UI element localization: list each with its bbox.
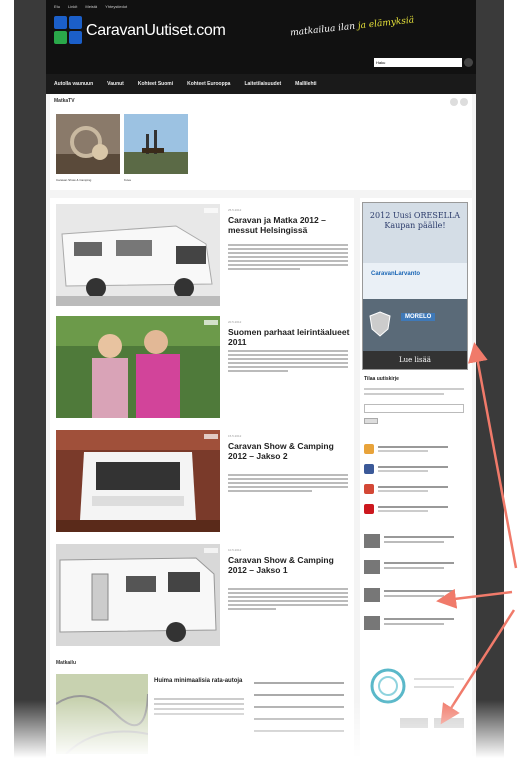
next-arrow-icon[interactable] (460, 98, 468, 106)
article-date: 10.5.2012 (228, 548, 242, 552)
article-title[interactable]: Caravan Show & Camping 2012 – Jakso 2 (228, 441, 350, 462)
article-excerpt (228, 474, 348, 494)
article-date: 20.5.2012 (228, 320, 242, 324)
top-link[interactable]: Yhteystiedot (105, 4, 127, 9)
ad-logo-area: MORELO (363, 299, 467, 351)
search-icon[interactable] (464, 58, 473, 67)
top-link[interactable]: Linkit (68, 4, 77, 9)
newsletter-email-field[interactable] (364, 404, 464, 413)
webpage: Etu Linkit Meistä Yhteystiedot CaravanUu… (46, 0, 476, 758)
article-item: 10.5.2012 Caravan Show & Camping 2012 – … (56, 544, 348, 650)
article-item: 25.5.2012 Caravan ja Matka 2012 –messut … (56, 204, 348, 310)
top-link[interactable]: Etu (54, 4, 60, 9)
facebook-icon (364, 464, 374, 474)
newsletter-text (364, 388, 464, 398)
ad-headline-area: 2012 Uusi ORESELLA Kaupan päälle! (363, 203, 467, 263)
tv-caption[interactable]: Caravan Show & Camping (56, 178, 91, 182)
sidebar-news-item[interactable] (364, 560, 468, 578)
google-plus-icon (364, 484, 374, 494)
tv-nav (450, 98, 468, 106)
top-link[interactable]: Meistä (85, 4, 97, 9)
sidebar-ad[interactable]: 2012 Uusi ORESELLA Kaupan päälle! Carava… (362, 202, 468, 370)
nav-item[interactable]: Mallilehti (295, 81, 316, 87)
article-image[interactable] (56, 544, 220, 646)
search-input[interactable] (374, 58, 462, 67)
newsletter-icon (364, 444, 374, 454)
bottom-fade (0, 700, 518, 758)
article-title[interactable]: Suomen parhaat leirintäalueet 2011 (228, 327, 350, 348)
tv-caption[interactable]: Kuva (124, 178, 131, 182)
main-nav: Autolla vaunuun Vaunut Kohteet Suomi Koh… (46, 74, 476, 94)
article-date: 15.5.2012 (228, 434, 242, 438)
ad-read-more-button[interactable]: Lue lisää (363, 351, 467, 369)
article-title[interactable]: Caravan ja Matka 2012 –messut Helsingiss… (228, 215, 350, 236)
newsletter-title: Tilaa uutiskirje (364, 376, 399, 382)
news-label: Matkailu (56, 660, 77, 666)
ad-brand: CaravanLarvanto (371, 271, 421, 277)
article-image[interactable] (56, 316, 220, 418)
article-item: 20.5.2012 Suomen parhaat leirintäalueet … (56, 316, 350, 422)
article-title[interactable]: Caravan Show & Camping 2012 – Jakso 1 (228, 555, 350, 576)
main-content: 25.5.2012 Caravan ja Matka 2012 –messut … (50, 198, 354, 758)
sidebar-news-item[interactable] (364, 588, 468, 606)
newsletter-submit-button[interactable] (364, 418, 378, 424)
article-excerpt (228, 588, 348, 612)
social-item[interactable] (364, 444, 468, 456)
ad-model: MORELO (401, 313, 436, 321)
sidebar-news-item[interactable] (364, 616, 468, 634)
sidebar: 2012 Uusi ORESELLA Kaupan päälle! Carava… (360, 198, 472, 758)
nav-item[interactable]: Kohteet Eurooppa (187, 81, 230, 87)
tv-section: MatkaTV Caravan Show & Camping Kuva (50, 94, 472, 190)
article-item: 15.5.2012 Caravan Show & Camping 2012 – … (56, 430, 348, 536)
sidebar-news-item[interactable] (364, 534, 468, 552)
tv-thumbnail[interactable] (56, 114, 120, 174)
site-logo-text[interactable]: CaravanUutiset.com (86, 22, 226, 40)
top-links: Etu Linkit Meistä Yhteystiedot (54, 4, 127, 9)
header-slogan: matkailua ilan ja elämyksiä (289, 15, 415, 39)
article-image[interactable] (56, 430, 220, 532)
nav-item[interactable]: Autolla vaunuun (54, 81, 93, 87)
nav-item[interactable]: Kohteet Suomi (138, 81, 173, 87)
social-item[interactable] (364, 484, 468, 496)
youtube-icon (364, 504, 374, 514)
tv-title: MatkaTV (54, 98, 75, 104)
social-item[interactable] (364, 504, 468, 516)
shield-icon (369, 311, 391, 337)
nav-item[interactable]: Laitetilaisuudet (244, 81, 281, 87)
tv-thumbnail[interactable] (124, 114, 188, 174)
article-date: 25.5.2012 (228, 208, 242, 212)
site-header: Etu Linkit Meistä Yhteystiedot CaravanUu… (46, 0, 476, 74)
article-excerpt (228, 244, 348, 272)
social-item[interactable] (364, 464, 468, 476)
logo-icon[interactable] (54, 16, 82, 44)
prev-arrow-icon[interactable] (450, 98, 458, 106)
article-excerpt (228, 350, 348, 374)
nav-item[interactable]: Vaunut (107, 81, 124, 87)
ad-headline: 2012 Uusi ORESELLA Kaupan päälle! (369, 211, 461, 230)
news-headline[interactable]: Huima minimaalisia rata-autoja (154, 678, 244, 684)
article-image[interactable] (56, 204, 220, 306)
